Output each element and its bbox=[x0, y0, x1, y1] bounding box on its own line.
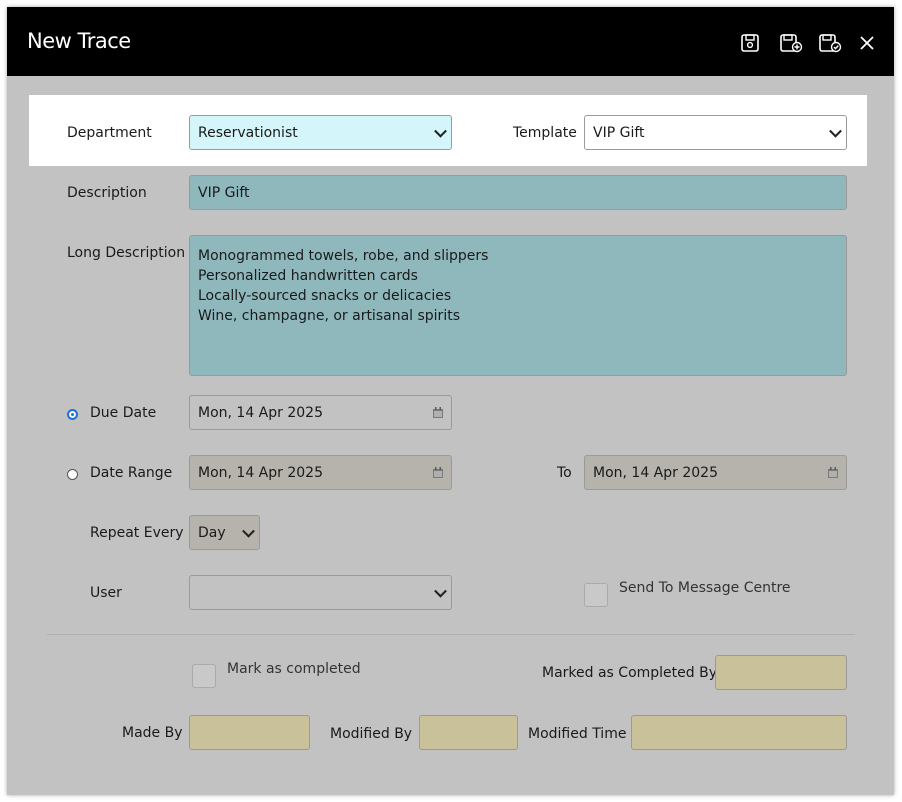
divider bbox=[47, 634, 855, 635]
user-select[interactable] bbox=[189, 575, 452, 610]
long-description-line: Locally-sourced snacks or delicacies bbox=[198, 288, 452, 304]
calendar-icon[interactable] bbox=[432, 406, 444, 419]
user-label: User bbox=[90, 585, 122, 601]
marked-as-completed-by-field bbox=[715, 655, 847, 690]
description-input[interactable]: VIP Gift bbox=[189, 175, 847, 210]
date-range-to-input[interactable]: Mon, 14 Apr 2025 bbox=[584, 455, 847, 490]
template-label: Template bbox=[513, 125, 577, 141]
mark-as-completed-checkbox[interactable] bbox=[192, 664, 216, 688]
date-range-from-input[interactable]: Mon, 14 Apr 2025 bbox=[189, 455, 452, 490]
chevron-down-icon bbox=[242, 524, 255, 538]
made-by-field bbox=[189, 715, 310, 750]
date-range-label: Date Range bbox=[90, 465, 173, 481]
modified-time-field bbox=[631, 715, 847, 750]
long-description-line: Monogrammed towels, robe, and slippers bbox=[198, 248, 489, 264]
calendar-icon[interactable] bbox=[827, 466, 839, 479]
due-date-value: Mon, 14 Apr 2025 bbox=[198, 404, 323, 421]
mark-as-completed-label: Mark as completed bbox=[227, 661, 361, 677]
form-content: Department Reservationist Template VIP G… bbox=[7, 76, 894, 795]
department-label: Department bbox=[67, 125, 152, 141]
repeat-every-select[interactable]: Day bbox=[189, 515, 260, 550]
long-description-textarea[interactable]: Monogrammed towels, robe, and slippers P… bbox=[189, 235, 847, 376]
date-range-from-value: Mon, 14 Apr 2025 bbox=[198, 464, 323, 481]
description-label: Description bbox=[67, 185, 147, 201]
long-description-label: Long Description bbox=[67, 245, 186, 261]
department-value: Reservationist bbox=[198, 124, 298, 141]
date-range-to-label: To bbox=[557, 465, 572, 481]
save-confirm-icon[interactable] bbox=[817, 32, 842, 56]
close-icon[interactable] bbox=[857, 33, 881, 57]
save-add-icon[interactable] bbox=[778, 32, 803, 56]
template-value: VIP Gift bbox=[593, 124, 645, 141]
template-select[interactable]: VIP Gift bbox=[584, 115, 847, 150]
marked-as-completed-by-label: Marked as Completed By bbox=[542, 665, 717, 681]
save-icon[interactable] bbox=[739, 32, 763, 56]
dialog-title: New Trace bbox=[27, 29, 131, 53]
repeat-every-label: Repeat Every bbox=[90, 525, 184, 541]
send-to-message-centre-checkbox[interactable] bbox=[584, 583, 608, 607]
date-range-radio[interactable] bbox=[67, 469, 78, 480]
due-date-input[interactable]: Mon, 14 Apr 2025 bbox=[189, 395, 452, 430]
chevron-down-icon bbox=[829, 124, 842, 138]
title-bar: New Trace bbox=[7, 7, 894, 76]
due-date-label: Due Date bbox=[90, 405, 157, 421]
date-range-to-value: Mon, 14 Apr 2025 bbox=[593, 464, 718, 481]
department-select[interactable]: Reservationist bbox=[189, 115, 452, 150]
modified-by-field bbox=[419, 715, 518, 750]
new-trace-dialog: New Trace Department Reservationist Temp… bbox=[7, 7, 894, 795]
made-by-label: Made By bbox=[122, 725, 183, 741]
modified-time-label: Modified Time bbox=[528, 726, 627, 742]
due-date-radio[interactable] bbox=[67, 409, 78, 420]
chevron-down-icon bbox=[434, 124, 447, 138]
send-to-message-centre-label: Send To Message Centre bbox=[619, 580, 791, 596]
description-value: VIP Gift bbox=[198, 184, 250, 201]
long-description-line: Wine, champagne, or artisanal spirits bbox=[198, 308, 460, 324]
long-description-line: Personalized handwritten cards bbox=[198, 268, 418, 284]
modified-by-label: Modified By bbox=[330, 726, 413, 742]
repeat-every-value: Day bbox=[198, 524, 226, 541]
chevron-down-icon bbox=[434, 584, 447, 598]
calendar-icon[interactable] bbox=[432, 466, 444, 479]
